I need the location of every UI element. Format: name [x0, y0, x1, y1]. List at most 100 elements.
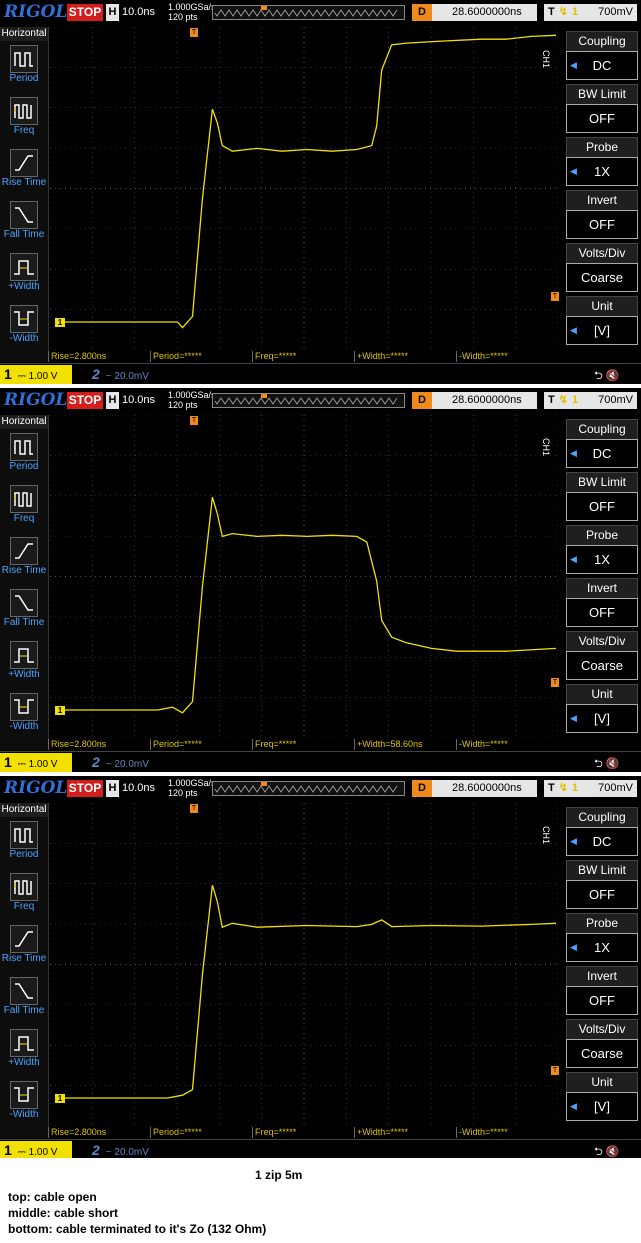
- measurement-period: Period=*****: [150, 1127, 253, 1138]
- timebase-indicator[interactable]: H 10.0ns: [106, 392, 155, 409]
- measure-item-period[interactable]: Period: [0, 817, 48, 869]
- menu-coupling[interactable]: Coupling ◀ DC: [566, 31, 638, 80]
- run-stop-status[interactable]: STOP: [67, 392, 103, 409]
- measure-item-pos-width[interactable]: +Width: [0, 249, 48, 301]
- menu-invert-value: OFF: [566, 210, 638, 239]
- measure-item-freq[interactable]: f Freq: [0, 93, 48, 145]
- measure-item-rise-time[interactable]: Rise Time: [0, 145, 48, 197]
- option-arrow-icon: ◀: [570, 1101, 577, 1111]
- ch1-number: 1: [4, 754, 12, 770]
- trigger-channel-icon: 1: [571, 394, 579, 406]
- ch2-status[interactable]: 2 ~ 20.0mV: [92, 753, 184, 772]
- ch1-scale: 1.00 V: [28, 1147, 58, 1158]
- run-stop-status[interactable]: STOP: [67, 4, 103, 21]
- menu-bw-limit[interactable]: BW Limit OFF: [566, 84, 638, 133]
- menu-value-text: Coarse: [581, 1046, 623, 1061]
- waveform-grid[interactable]: [50, 415, 558, 738]
- h-label: H: [106, 780, 119, 797]
- menu-probe[interactable]: Probe ◀ 1X: [566, 525, 638, 574]
- menu-invert[interactable]: Invert OFF: [566, 578, 638, 627]
- delay-indicator[interactable]: D 28.6000000ns: [412, 392, 537, 409]
- trigger-label: T: [548, 394, 555, 406]
- measure-item-neg-width[interactable]: -Width: [0, 301, 48, 353]
- menu-probe[interactable]: Probe ◀ 1X: [566, 913, 638, 962]
- timebase-indicator[interactable]: H 10.0ns: [106, 4, 155, 21]
- trigger-indicator[interactable]: T ↯ 1 700mV: [544, 780, 637, 797]
- measure-item-period[interactable]: Period: [0, 429, 48, 481]
- measure-item-fall-time[interactable]: Fall Time: [0, 197, 48, 249]
- menu-coupling[interactable]: Coupling ◀ DC: [566, 419, 638, 468]
- menu-bw-limit-value: OFF: [566, 880, 638, 909]
- measure-item-rise-time[interactable]: Rise Time: [0, 921, 48, 973]
- option-arrow-icon: ◀: [570, 325, 577, 335]
- waveform-grid[interactable]: [50, 803, 558, 1126]
- menu-invert-label: Invert: [566, 190, 638, 210]
- trigger-indicator[interactable]: T ↯ 1 700mV: [544, 4, 637, 21]
- measurement-freq: Freq=*****: [252, 351, 355, 362]
- menu-coupling-label: Coupling: [566, 419, 638, 439]
- menu-unit[interactable]: Unit ◀ [V]: [566, 1072, 638, 1121]
- menu-volts-div[interactable]: Volts/Div Coarse: [566, 631, 638, 680]
- ch1-scale: 1.00 V: [28, 759, 58, 770]
- sample-rate-readout: 1.000GSa/s 120 pts: [168, 2, 216, 22]
- caption-line-open: top: cable open: [8, 1190, 97, 1204]
- menu-unit[interactable]: Unit ◀ [V]: [566, 296, 638, 345]
- horizontal-measure-menu: Horizontal Period f Freq Rise Time Fall Time +…: [0, 803, 49, 1138]
- memory-points: 120 pts: [168, 788, 198, 798]
- ch1-ground-marker[interactable]: 1: [55, 1094, 65, 1103]
- trigger-position-marker[interactable]: T: [190, 804, 198, 813]
- measure-item-freq[interactable]: f Freq: [0, 481, 48, 533]
- trigger-position-marker[interactable]: T: [190, 416, 198, 425]
- menu-unit[interactable]: Unit ◀ [V]: [566, 684, 638, 733]
- measure-item-neg-width[interactable]: -Width: [0, 1077, 48, 1129]
- menu-bw-limit[interactable]: BW Limit OFF: [566, 472, 638, 521]
- ch1-status[interactable]: 1 ⎓ 1.00 V: [0, 365, 72, 384]
- measure-item-label: Freq: [13, 901, 35, 912]
- timebase-indicator[interactable]: H 10.0ns: [106, 780, 155, 797]
- menu-invert[interactable]: Invert OFF: [566, 966, 638, 1015]
- ch2-status[interactable]: 2 ~ 20.0mV: [92, 365, 184, 384]
- menu-unit-value: ◀ [V]: [566, 1092, 638, 1121]
- delay-indicator[interactable]: D 28.6000000ns: [412, 4, 537, 21]
- freq-icon: f: [10, 97, 38, 125]
- delay-indicator[interactable]: D 28.6000000ns: [412, 780, 537, 797]
- measure-item-fall-time[interactable]: Fall Time: [0, 973, 48, 1025]
- menu-bw-limit-label: BW Limit: [566, 84, 638, 104]
- menu-coupling[interactable]: Coupling ◀ DC: [566, 807, 638, 856]
- menu-volts-div-value: Coarse: [566, 263, 638, 292]
- measure-item-freq[interactable]: f Freq: [0, 869, 48, 921]
- trigger-level-marker[interactable]: T: [551, 292, 559, 301]
- menu-invert[interactable]: Invert OFF: [566, 190, 638, 239]
- trigger-position-marker[interactable]: T: [190, 28, 198, 37]
- measure-item-period[interactable]: Period: [0, 41, 48, 93]
- menu-value-text: 1X: [594, 164, 610, 179]
- waveform-grid[interactable]: [50, 27, 558, 350]
- measure-item-pos-width[interactable]: +Width: [0, 637, 48, 689]
- menu-unit-value: ◀ [V]: [566, 704, 638, 733]
- menu-bw-limit-label: BW Limit: [566, 472, 638, 492]
- ch1-ground-marker[interactable]: 1: [55, 706, 65, 715]
- measure-item-rise-time[interactable]: Rise Time: [0, 533, 48, 585]
- measure-item-label: Fall Time: [3, 1005, 45, 1016]
- delay-value: 28.6000000ns: [452, 782, 522, 794]
- measure-item-fall-time[interactable]: Fall Time: [0, 585, 48, 637]
- ch1-status[interactable]: 1 ⎓ 1.00 V: [0, 753, 72, 772]
- trigger-level-marker[interactable]: T: [551, 678, 559, 687]
- menu-volts-div[interactable]: Volts/Div Coarse: [566, 1019, 638, 1068]
- measure-item-pos-width[interactable]: +Width: [0, 1025, 48, 1077]
- trigger-indicator[interactable]: T ↯ 1 700mV: [544, 392, 637, 409]
- neg-width-icon: [10, 693, 38, 721]
- menu-volts-div-value: Coarse: [566, 1039, 638, 1068]
- period-icon: [10, 433, 38, 461]
- trigger-level-marker[interactable]: T: [551, 1066, 559, 1075]
- menu-volts-div[interactable]: Volts/Div Coarse: [566, 243, 638, 292]
- freq-icon: f: [10, 485, 38, 513]
- ch1-ground-marker[interactable]: 1: [55, 318, 65, 327]
- run-stop-status[interactable]: STOP: [67, 780, 103, 797]
- menu-value-text: 1X: [594, 940, 610, 955]
- menu-bw-limit[interactable]: BW Limit OFF: [566, 860, 638, 909]
- menu-probe[interactable]: Probe ◀ 1X: [566, 137, 638, 186]
- measure-item-neg-width[interactable]: -Width: [0, 689, 48, 741]
- menu-value-text: DC: [592, 446, 612, 461]
- channel-menu: Coupling ◀ DC BW Limit OFF Probe ◀ 1X Invert OFF V…: [562, 415, 641, 750]
